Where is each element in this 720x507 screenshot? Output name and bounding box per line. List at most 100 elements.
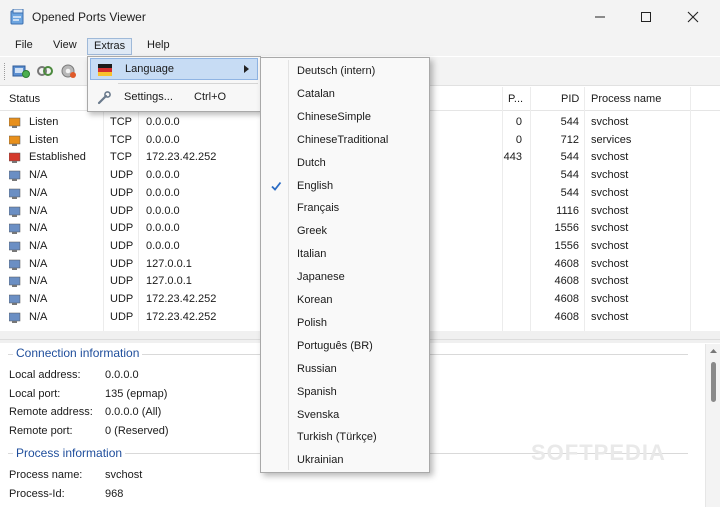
status-icon: [9, 223, 21, 235]
status-cell: N/A: [29, 186, 48, 199]
language-label: Svenska: [297, 408, 340, 421]
menu-item-settings[interactable]: Settings... Ctrl+O: [90, 87, 258, 109]
language-item[interactable]: Polish: [262, 312, 428, 334]
maximize-icon: [641, 12, 651, 22]
status-icon: [9, 294, 21, 305]
language-label: Language: [125, 63, 174, 75]
minimize-icon: [595, 16, 605, 18]
refresh-icon[interactable]: [12, 63, 30, 79]
pid-cell: 712: [560, 133, 579, 146]
menu-bar: File View Extras Help: [0, 34, 720, 56]
column-process-name[interactable]: Process name: [591, 93, 661, 105]
local-port-label: Local port:: [9, 388, 61, 400]
status-icon: [9, 259, 21, 270]
column-pid[interactable]: PID: [561, 93, 579, 105]
status-icon: [9, 135, 21, 146]
protocol-cell: UDP: [110, 293, 134, 305]
status-cell: N/A: [29, 222, 48, 235]
settings-gear-icon[interactable]: [60, 63, 78, 79]
status-icon: [9, 170, 21, 182]
protocol-cell: UDP: [110, 310, 134, 323]
flag-icon: [98, 64, 112, 76]
menu-extras[interactable]: Extras: [87, 38, 133, 55]
pid-cell: 1556: [554, 239, 579, 252]
local-address-cell: 0.0.0.0: [146, 239, 180, 252]
pid-cell: 4608: [554, 293, 579, 305]
close-button[interactable]: [670, 0, 716, 34]
language-item[interactable]: Português (BR): [262, 335, 428, 357]
pid-cell: 4608: [554, 275, 579, 288]
language-item[interactable]: ChineseTraditional: [262, 129, 428, 151]
process-name-cell: svchost: [591, 257, 629, 270]
language-item[interactable]: Ukrainian: [262, 449, 428, 471]
language-item[interactable]: Russian: [262, 358, 428, 380]
language-item[interactable]: Svenska: [262, 404, 428, 426]
status-cell: N/A: [29, 257, 48, 270]
column-status[interactable]: Status: [9, 93, 40, 105]
status-cell: N/A: [29, 204, 48, 217]
language-item[interactable]: English: [262, 175, 428, 197]
protocol-cell: UDP: [110, 222, 134, 235]
details-scrollbar[interactable]: [705, 344, 720, 507]
language-item[interactable]: Deutsch (intern): [262, 60, 428, 82]
language-label: Ukrainian: [297, 454, 344, 467]
status-icon: [9, 312, 21, 323]
menu-item-language[interactable]: Language: [90, 58, 258, 80]
process-name-cell: svchost: [591, 186, 629, 199]
window-title: Opened Ports Viewer: [32, 10, 146, 24]
process-name-value: svchost: [105, 469, 143, 481]
status-cell: Listen: [29, 116, 59, 128]
toolbar-grip[interactable]: [4, 63, 7, 80]
protocol-cell: TCP: [110, 151, 132, 164]
language-label: ChineseSimple: [297, 110, 371, 123]
language-item[interactable]: Japanese: [262, 266, 428, 288]
language-label: Japanese: [297, 271, 345, 284]
local-address-cell: 172.23.42.252: [146, 293, 217, 305]
language-item[interactable]: Français: [262, 197, 428, 219]
pid-cell: 544: [560, 151, 579, 164]
language-submenu: Deutsch (intern) Catalan ChineseSimple Chin…: [260, 57, 430, 473]
language-label: Spanish: [297, 385, 337, 398]
scroll-up-icon[interactable]: [710, 348, 717, 354]
protocol-cell: UDP: [110, 186, 134, 199]
status-icon: [9, 153, 21, 164]
minimize-button[interactable]: [577, 0, 623, 34]
language-item[interactable]: Spanish: [262, 381, 428, 403]
protocol-cell: UDP: [110, 169, 134, 182]
scrollbar-thumb[interactable]: [711, 362, 716, 402]
local-address-cell: 0.0.0.0: [146, 222, 180, 235]
menu-file[interactable]: File: [9, 38, 39, 55]
language-label: Korean: [297, 294, 333, 306]
menu-view[interactable]: View: [47, 38, 83, 55]
remote-port-label: Remote port:: [9, 425, 73, 437]
settings-label: Settings...: [124, 91, 173, 103]
remote-address-value: 0.0.0.0 (All): [105, 406, 162, 418]
status-cell: N/A: [29, 310, 48, 323]
status-icon: [9, 188, 21, 199]
process-id-label: Process-Id:: [9, 488, 65, 500]
protocol-cell: UDP: [110, 204, 134, 217]
language-label: Dutch: [297, 156, 326, 169]
language-label: English: [297, 179, 334, 192]
protocol-cell: UDP: [110, 275, 134, 288]
remote-address-label: Remote address:: [9, 406, 93, 418]
language-item[interactable]: Catalan: [262, 83, 428, 105]
language-item[interactable]: Italian: [262, 243, 428, 265]
menu-help[interactable]: Help: [141, 38, 176, 55]
status-cell: Listen: [29, 133, 59, 146]
status-cell: N/A: [29, 275, 48, 288]
language-item[interactable]: ChineseSimple: [262, 106, 428, 128]
title-bar: Opened Ports Viewer: [0, 0, 720, 34]
language-label: Turkish (Türkçe): [297, 431, 377, 444]
language-label: Italian: [297, 248, 327, 261]
language-item[interactable]: Dutch: [262, 152, 428, 174]
language-item[interactable]: Korean: [262, 289, 428, 311]
language-item[interactable]: Turkish (Türkçe): [262, 426, 428, 448]
pid-cell: 4608: [554, 257, 579, 270]
connect-icon[interactable]: [36, 63, 54, 79]
column-port[interactable]: P...: [508, 93, 523, 105]
app-icon: [10, 9, 24, 25]
maximize-button[interactable]: [623, 0, 669, 34]
protocol-cell: TCP: [110, 133, 132, 146]
language-item[interactable]: Greek: [262, 220, 428, 242]
